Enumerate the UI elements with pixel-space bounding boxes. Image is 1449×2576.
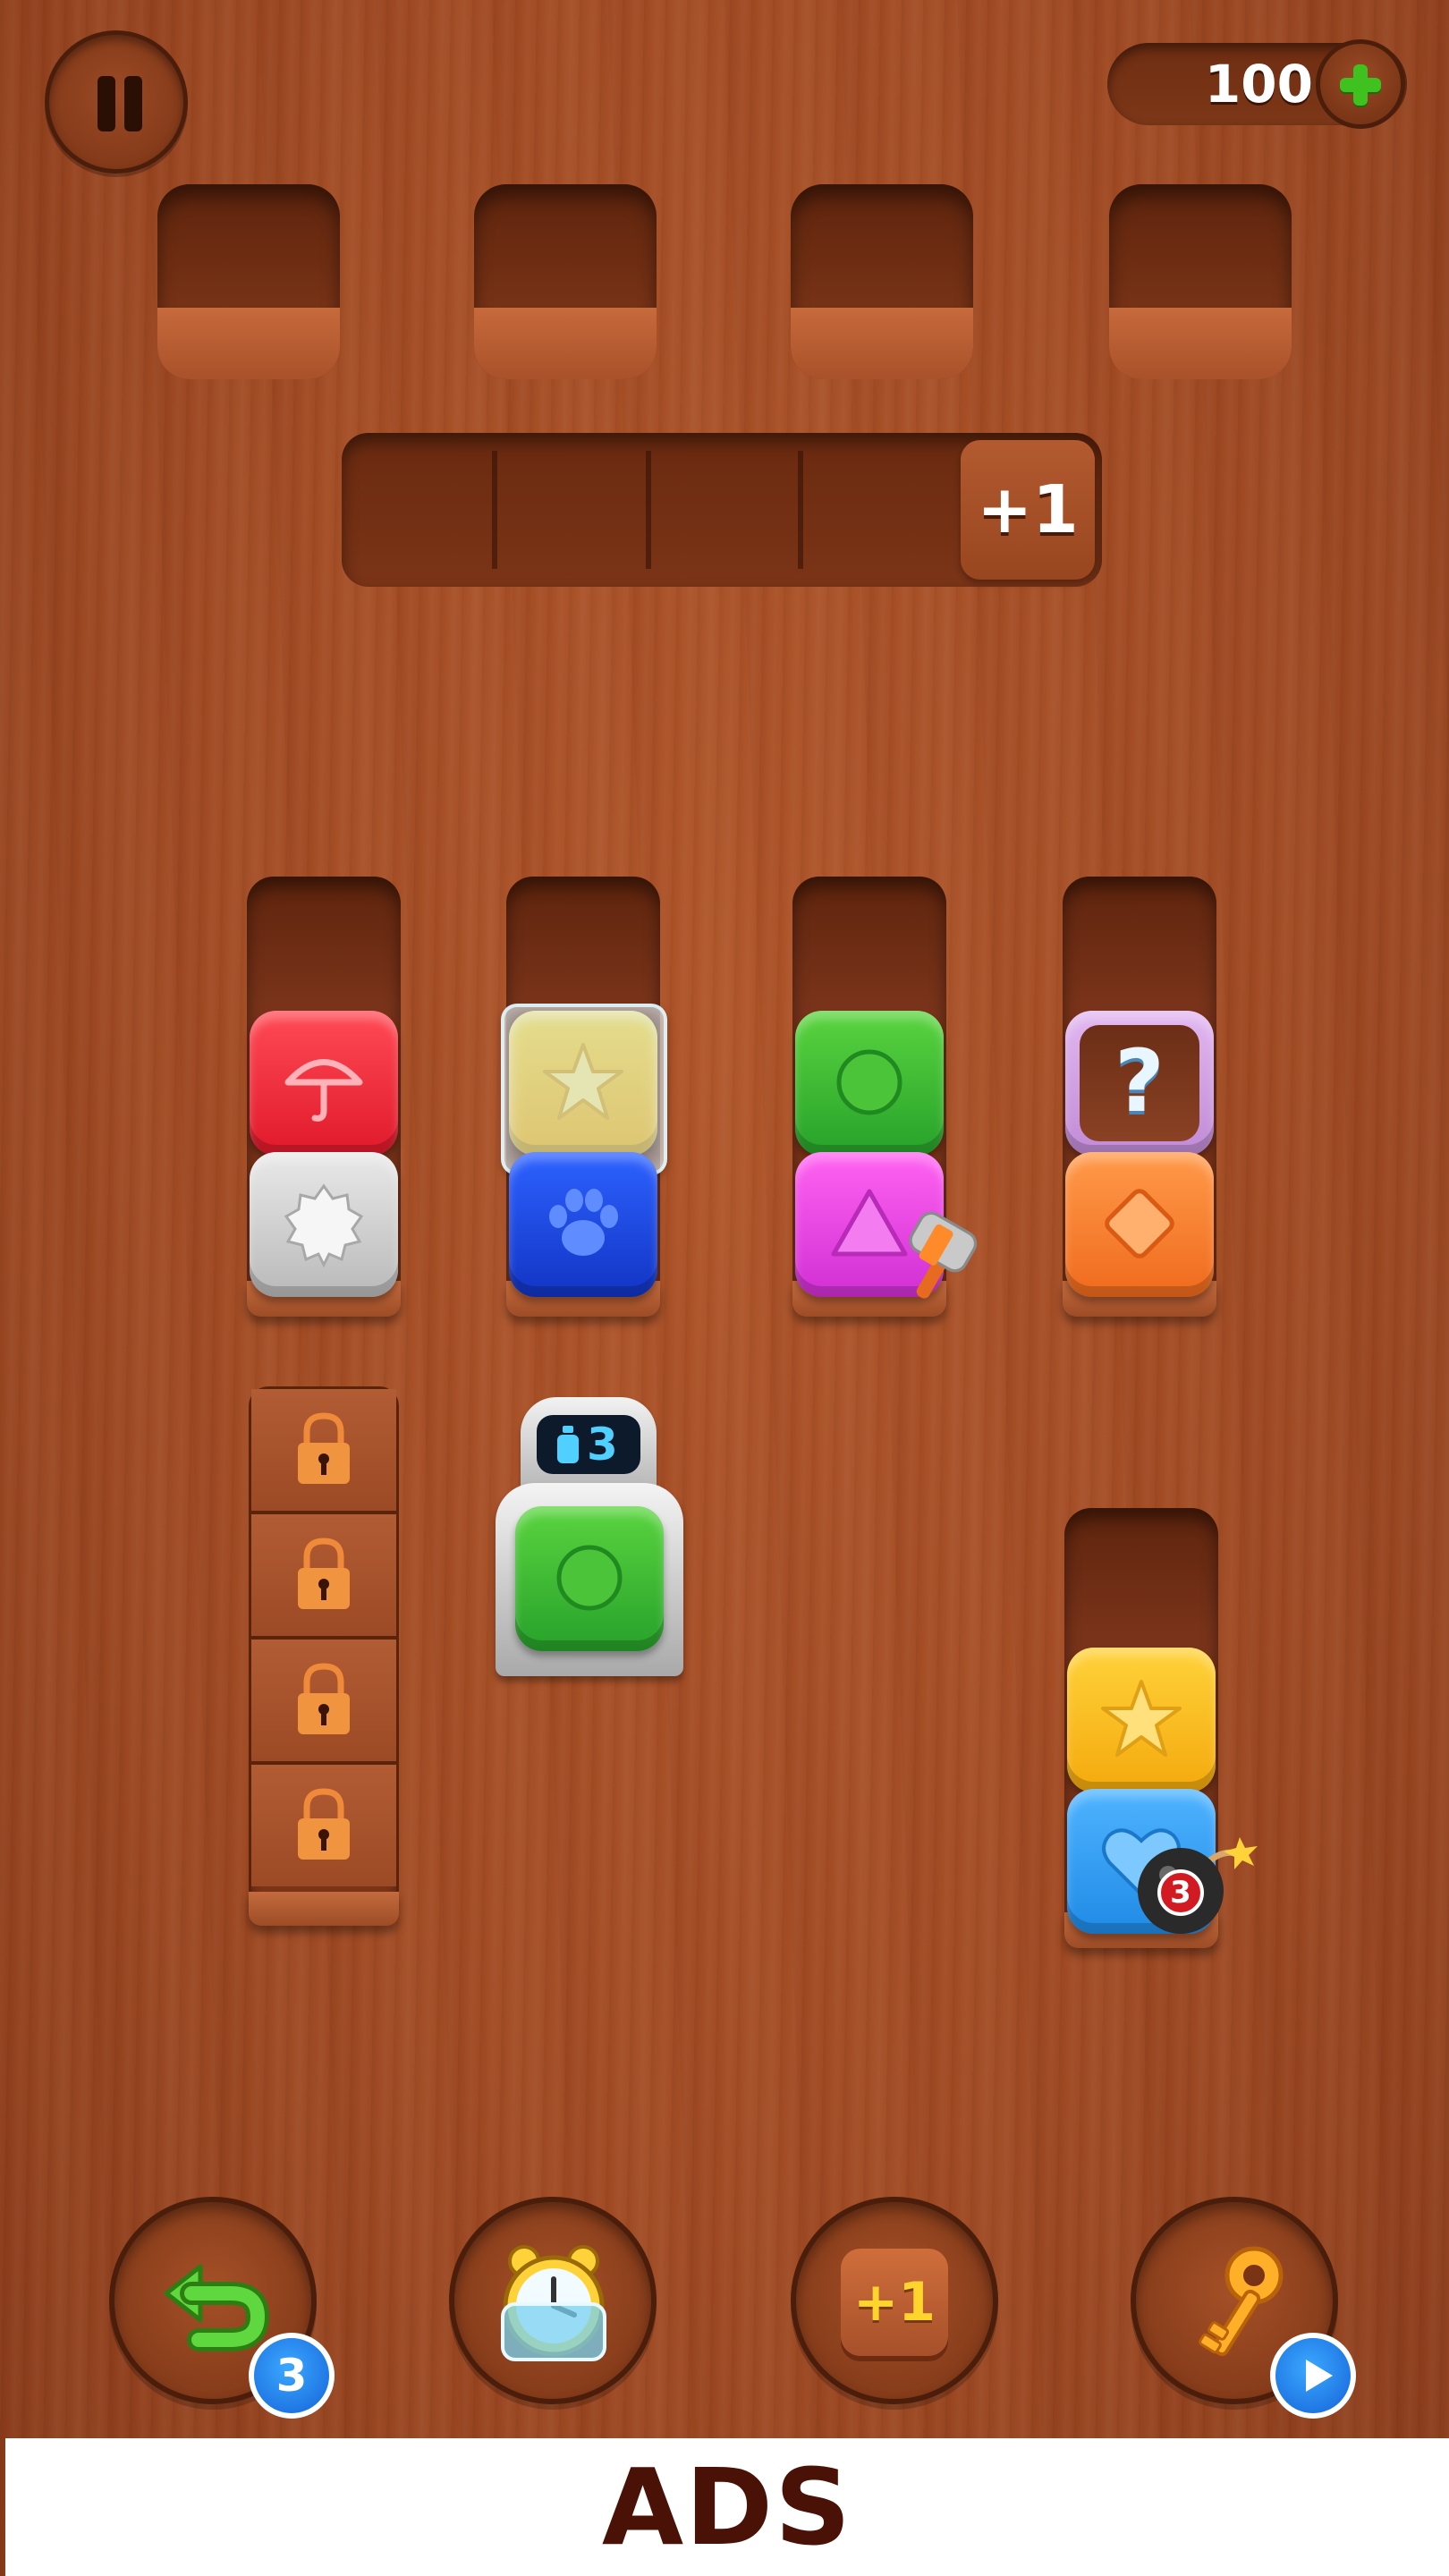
play-triangle [1306,2360,1333,2392]
extra-tray: +1 [342,433,1102,587]
tray-divider [646,451,651,569]
holding-slot[interactable] [791,184,973,379]
coin-amount: 100 [1204,54,1313,114]
tile-column-5[interactable]: 3 [1064,1508,1258,1948]
undo-button[interactable]: 3 [109,2197,335,2419]
tile-green[interactable] [515,1506,664,1651]
hammer-icon [909,1211,978,1299]
dispenser-head: 3 [521,1397,657,1494]
padlock-icon [298,1788,350,1860]
tile-column-2[interactable] [501,877,667,1317]
freeze-time-button[interactable] [449,2197,657,2404]
paw-icon [549,1189,618,1256]
dispenser-count: 3 [587,1419,618,1470]
game-board: 100 +1 ? 3 3 3 +1 ADS [0,0,1449,2576]
locked-cell [251,1514,396,1640]
bottle-icon [557,1426,579,1463]
tile-green[interactable] [795,1011,944,1156]
slot-lip [157,308,340,379]
tray-divider [492,451,497,569]
pause-icon [97,76,115,131]
tile-red[interactable] [250,1011,398,1156]
slot-lip [474,308,657,379]
tile-mystery[interactable]: ? [1065,1011,1214,1156]
padlock-icon [298,1538,350,1609]
ads-label: ADS [601,2445,853,2569]
tile-column-3[interactable] [792,877,978,1317]
unlock-slot-button[interactable]: +1 [961,440,1095,580]
locked-cell [251,1640,396,1765]
bomb-icon: 3 [1134,1830,1259,1937]
pause-button[interactable] [45,30,188,174]
gear-icon [284,1183,364,1268]
slot-lip [1109,308,1292,379]
star-icon [1101,1680,1182,1757]
locked-cell [251,1765,396,1886]
holding-slot[interactable] [474,184,657,379]
holding-slot[interactable] [157,184,340,379]
tile-column-1[interactable] [247,877,401,1317]
key-button[interactable] [1131,2197,1356,2419]
holding-slot[interactable] [1109,184,1292,379]
tile-orange[interactable] [1065,1152,1214,1297]
padlock-icon [298,1412,350,1484]
locked-cell [251,1389,396,1514]
coin-counter: 100 [1107,39,1407,129]
dispenser-screen: 3 [537,1415,640,1474]
undo-count-badge: 3 [249,2333,335,2419]
tray-divider [798,451,803,569]
umbrella-icon [284,1059,363,1122]
tile-blue[interactable] [509,1152,657,1297]
ads-banner[interactable]: ADS [5,2438,1449,2576]
circle-icon [836,1049,902,1115]
add-coins-button[interactable] [1316,39,1405,129]
ice-block [501,1004,667,1175]
padlock-icon [298,1663,350,1734]
locked-column[interactable] [249,1386,399,1926]
tile-dispenser[interactable]: 3 [490,1397,689,1683]
dispenser-body [496,1483,683,1676]
diamond-icon [1105,1189,1174,1258]
circle-icon [556,1545,623,1611]
plus-icon-stem [1353,64,1368,106]
play-ad-icon[interactable] [1270,2333,1356,2419]
question-icon: ? [1114,1031,1165,1131]
tile-yellow[interactable] [1067,1648,1216,1792]
plus-one-icon: +1 [841,2249,948,2356]
pause-icon-bar [124,76,142,131]
extra-slot-button[interactable]: +1 [791,2197,998,2404]
column-base [249,1892,399,1926]
tile-column-4[interactable]: ? [1063,877,1216,1317]
frozen-clock-icon [501,2245,606,2361]
bomb-countdown: 3 [1170,1875,1191,1911]
tile-grey[interactable] [250,1152,398,1297]
slot-lip [791,308,973,379]
